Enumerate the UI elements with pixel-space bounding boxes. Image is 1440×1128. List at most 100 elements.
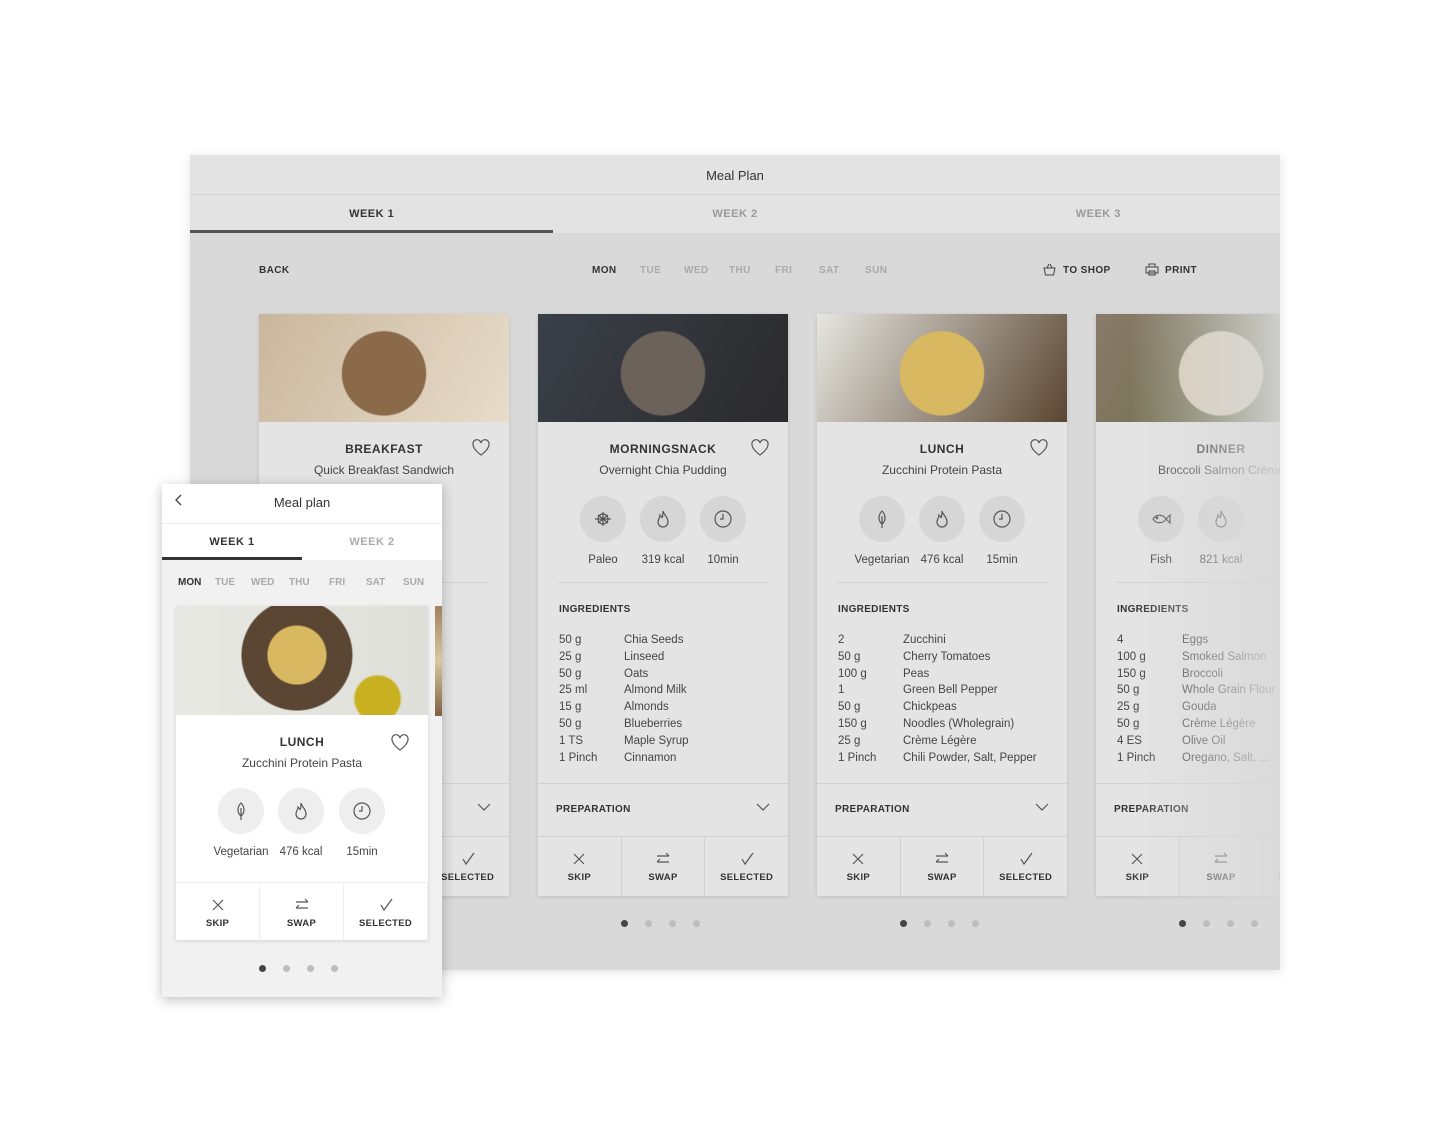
- heart-icon[interactable]: [750, 438, 770, 456]
- pager-dot[interactable]: [645, 920, 652, 927]
- day-tue[interactable]: TUE: [640, 265, 661, 276]
- pager-dot[interactable]: [1179, 920, 1186, 927]
- skip-button[interactable]: SKIP: [817, 837, 901, 896]
- pager-dot[interactable]: [669, 920, 676, 927]
- skip-button[interactable]: SKIP: [176, 883, 260, 940]
- swap-arrows-icon: [622, 851, 705, 867]
- to-shop-button[interactable]: TO SHOP: [1063, 265, 1111, 276]
- preparation-toggle[interactable]: PREPARATION: [1114, 804, 1280, 815]
- stat-item: 15min: [332, 788, 392, 858]
- ingredient-name: Noodles (Wholegrain): [903, 717, 1015, 730]
- mobile-day-sun[interactable]: SUN: [403, 577, 424, 588]
- print-button[interactable]: PRINT: [1165, 265, 1197, 276]
- clock-icon: [339, 788, 385, 834]
- day-sat[interactable]: SAT: [819, 265, 839, 276]
- pager-dot[interactable]: [331, 965, 338, 972]
- ingredient-name: Zucchini: [903, 634, 946, 646]
- ingredient-name: Chili Powder, Salt, Pepper: [903, 751, 1037, 764]
- tab-week-1[interactable]: WEEK 1: [190, 195, 554, 233]
- preparation-toggle[interactable]: PREPARATION: [835, 803, 1049, 815]
- selected-button[interactable]: SELECTED: [1263, 837, 1280, 896]
- day-thu[interactable]: THU: [729, 265, 751, 276]
- swap-arrows-icon: [901, 851, 984, 867]
- ingredient-row: 50 g Chia Seeds: [559, 632, 689, 649]
- back-chevron-icon[interactable]: [174, 484, 184, 522]
- action-label: SKIP: [846, 872, 871, 883]
- mobile-day-sat[interactable]: SAT: [366, 577, 385, 588]
- pager-dot[interactable]: [283, 965, 290, 972]
- stat-label: 10min: [707, 554, 739, 566]
- day-fri[interactable]: FRI: [775, 265, 792, 276]
- swap-button[interactable]: SWAP: [1180, 837, 1264, 896]
- day-wed[interactable]: WED: [684, 265, 709, 276]
- ingredient-row: 25 g Crème Légère: [838, 733, 1037, 750]
- mobile-day-mon[interactable]: MON: [178, 577, 201, 588]
- ingredient-amount: 50 g: [1117, 684, 1140, 697]
- tab-week-3[interactable]: WEEK 3: [917, 195, 1280, 233]
- meal-type: DINNER: [1196, 442, 1246, 456]
- ingredient-name: Olive Oil: [1182, 734, 1226, 747]
- pager-dot[interactable]: [972, 920, 979, 927]
- heart-icon[interactable]: [471, 438, 491, 456]
- mobile-tab-week-2[interactable]: WEEK 2: [302, 524, 442, 560]
- divider: [538, 783, 788, 784]
- meal-card: MORNINGSNACK Overnight Chia Pudding Paleo 3…: [538, 314, 788, 896]
- ingredient-row: 4 ES Olive Oil: [1117, 733, 1275, 750]
- ingredient-name: Smoked Salmon: [1182, 650, 1267, 663]
- ingredient-amount: 25 g: [1117, 701, 1140, 714]
- ingredient-name: Broccoli: [1182, 667, 1223, 680]
- ingredients-heading: INGREDIENTS: [1117, 604, 1189, 615]
- swap-button[interactable]: SWAP: [260, 883, 344, 940]
- ingredient-row: 50 g Crème Légère: [1117, 716, 1275, 733]
- ingredient-amount: 25 ml: [559, 684, 588, 697]
- pager-dot[interactable]: [1203, 920, 1210, 927]
- skip-button[interactable]: SKIP: [1096, 837, 1180, 896]
- pager-dot[interactable]: [1227, 920, 1234, 927]
- pager-dot[interactable]: [924, 920, 931, 927]
- mobile-day-thu[interactable]: THU: [289, 577, 310, 588]
- stat-item: 319 kcal: [633, 496, 693, 566]
- meal-card: LUNCH Zucchini Protein Pasta Vegetarian 476…: [817, 314, 1067, 896]
- ingredient-row: 100 g Smoked Salmon: [1117, 649, 1275, 666]
- heart-icon[interactable]: [390, 733, 410, 751]
- mobile-day-wed[interactable]: WED: [251, 577, 274, 588]
- selected-button[interactable]: SELECTED: [705, 837, 788, 896]
- tab-week-2[interactable]: WEEK 2: [553, 195, 916, 233]
- ingredient-amount: 1: [838, 684, 845, 697]
- pager-dot[interactable]: [621, 920, 628, 927]
- meal-photo: [1096, 314, 1280, 422]
- day-mon[interactable]: MON: [592, 265, 617, 276]
- mobile-day-tue[interactable]: TUE: [215, 577, 235, 588]
- pager-dot[interactable]: [693, 920, 700, 927]
- pager-dot[interactable]: [1251, 920, 1258, 927]
- mobile-day-fri[interactable]: FRI: [329, 577, 345, 588]
- pager-dot[interactable]: [307, 965, 314, 972]
- swap-button[interactable]: SWAP: [622, 837, 706, 896]
- preparation-toggle[interactable]: PREPARATION: [556, 803, 770, 815]
- mobile-tab-week-1[interactable]: WEEK 1: [162, 524, 302, 560]
- skip-button[interactable]: SKIP: [538, 837, 622, 896]
- stat-label: 319 kcal: [641, 554, 685, 566]
- back-button[interactable]: BACK: [259, 265, 290, 276]
- next-card-peek[interactable]: [435, 606, 442, 716]
- check-icon: [984, 851, 1067, 867]
- ingredient-amount: 15 g: [559, 701, 582, 714]
- ingredient-amount: 100 g: [838, 667, 867, 680]
- mobile-day-selector: MON TUE WED THU FRI SAT SUN: [162, 577, 442, 591]
- action-label: SWAP: [1206, 872, 1236, 883]
- pager-dot[interactable]: [259, 965, 266, 972]
- printer-icon: [1145, 263, 1159, 279]
- day-sun[interactable]: SUN: [865, 265, 887, 276]
- ingredient-name: Almond Milk: [624, 684, 687, 697]
- selected-button[interactable]: SELECTED: [344, 883, 428, 940]
- ingredient-amount: 25 g: [559, 650, 582, 663]
- ingredient-amount: 4: [1117, 634, 1124, 646]
- ingredient-row: 50 g Oats: [559, 666, 689, 683]
- pager-dot[interactable]: [900, 920, 907, 927]
- swap-button[interactable]: SWAP: [901, 837, 985, 896]
- selected-button[interactable]: SELECTED: [984, 837, 1067, 896]
- flame-icon: [278, 788, 324, 834]
- pager-dot[interactable]: [948, 920, 955, 927]
- heart-icon[interactable]: [1029, 438, 1049, 456]
- stat-label: 821 kcal: [1199, 554, 1243, 566]
